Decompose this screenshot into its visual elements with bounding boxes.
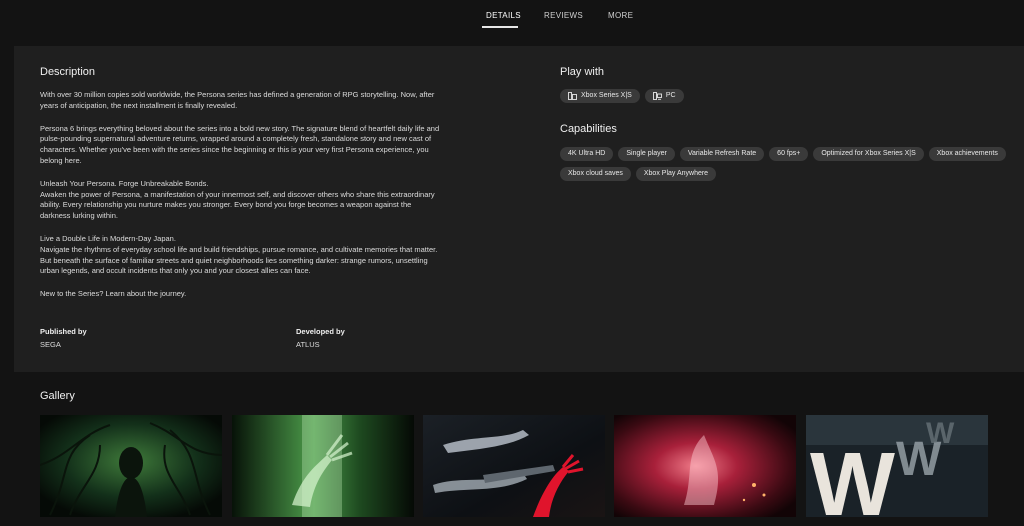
capability-chip[interactable]: Single player — [618, 147, 675, 161]
learn-journey-link[interactable]: New to the Series? Learn about the journ… — [40, 289, 442, 300]
tab-reviews[interactable]: REVIEWS — [544, 11, 583, 20]
details-panel: Description With over 30 million copies … — [14, 46, 1024, 372]
gallery-thumb-2[interactable] — [232, 415, 414, 517]
capability-chip[interactable]: Optimized for Xbox Series X|S — [813, 147, 924, 161]
capability-chip[interactable]: Xbox cloud saves — [560, 167, 631, 181]
description-title: Description — [40, 66, 96, 78]
tab-more[interactable]: MORE — [608, 11, 633, 20]
console-icon — [568, 92, 577, 100]
description-paragraph: With over 30 million copies sold worldwi… — [40, 90, 435, 110]
gallery-thumb-5[interactable]: W W W — [806, 415, 988, 517]
tab-details[interactable]: DETAILS — [486, 11, 521, 20]
platform-chip-pc[interactable]: PC — [644, 89, 684, 103]
gallery-thumb-3[interactable] — [423, 415, 605, 517]
w-letters-image: W W W — [806, 415, 988, 517]
capability-chip[interactable]: 60 fps+ — [769, 147, 809, 161]
green-ghost-hand-image — [232, 415, 414, 517]
gallery-thumb-1[interactable] — [40, 415, 222, 517]
description-paragraph: Live a Double Life in Modern-Day Japan. … — [40, 233, 438, 276]
reaching-hands-red-image — [423, 415, 605, 517]
platform-list: Xbox Series X|S PC — [560, 89, 1020, 103]
green-vines-figure-image — [40, 415, 222, 517]
developer-name: ATLUS — [296, 340, 320, 349]
description-paragraph: Unleash Your Persona. Forge Unbreakable … — [40, 178, 435, 221]
capability-chip[interactable]: 4K Ultra HD — [560, 147, 614, 161]
svg-text:W: W — [810, 435, 895, 517]
capability-chip[interactable]: Variable Refresh Rate — [679, 147, 765, 161]
capabilities-list: 4K Ultra HD Single player Variable Refre… — [560, 147, 1024, 181]
description-paragraph: Persona 6 brings everything beloved abou… — [40, 123, 440, 165]
tab-bar: DETAILS REVIEWS MORE — [0, 0, 1024, 40]
developed-by-label: Developed by — [296, 327, 345, 336]
pc-icon — [652, 92, 662, 100]
platform-label: PC — [665, 92, 676, 99]
publisher-name: SEGA — [40, 340, 61, 349]
capability-chip[interactable]: Xbox achievements — [928, 147, 1006, 161]
svg-text:W: W — [926, 417, 955, 450]
description-body: With over 30 million copies sold worldwi… — [40, 90, 442, 312]
red-flame-image — [614, 415, 796, 517]
published-by-label: Published by — [40, 327, 87, 336]
capability-chip[interactable]: Xbox Play Anywhere — [635, 167, 717, 181]
platform-chip-xbox[interactable]: Xbox Series X|S — [560, 89, 640, 103]
gallery-title: Gallery — [40, 390, 75, 402]
platform-label: Xbox Series X|S — [581, 92, 632, 99]
play-with-title: Play with — [560, 66, 605, 78]
gallery-strip: W W W — [40, 415, 1024, 525]
active-tab-indicator — [482, 26, 518, 28]
capabilities-title: Capabilities — [560, 123, 617, 135]
gallery-thumb-4[interactable] — [614, 415, 796, 517]
